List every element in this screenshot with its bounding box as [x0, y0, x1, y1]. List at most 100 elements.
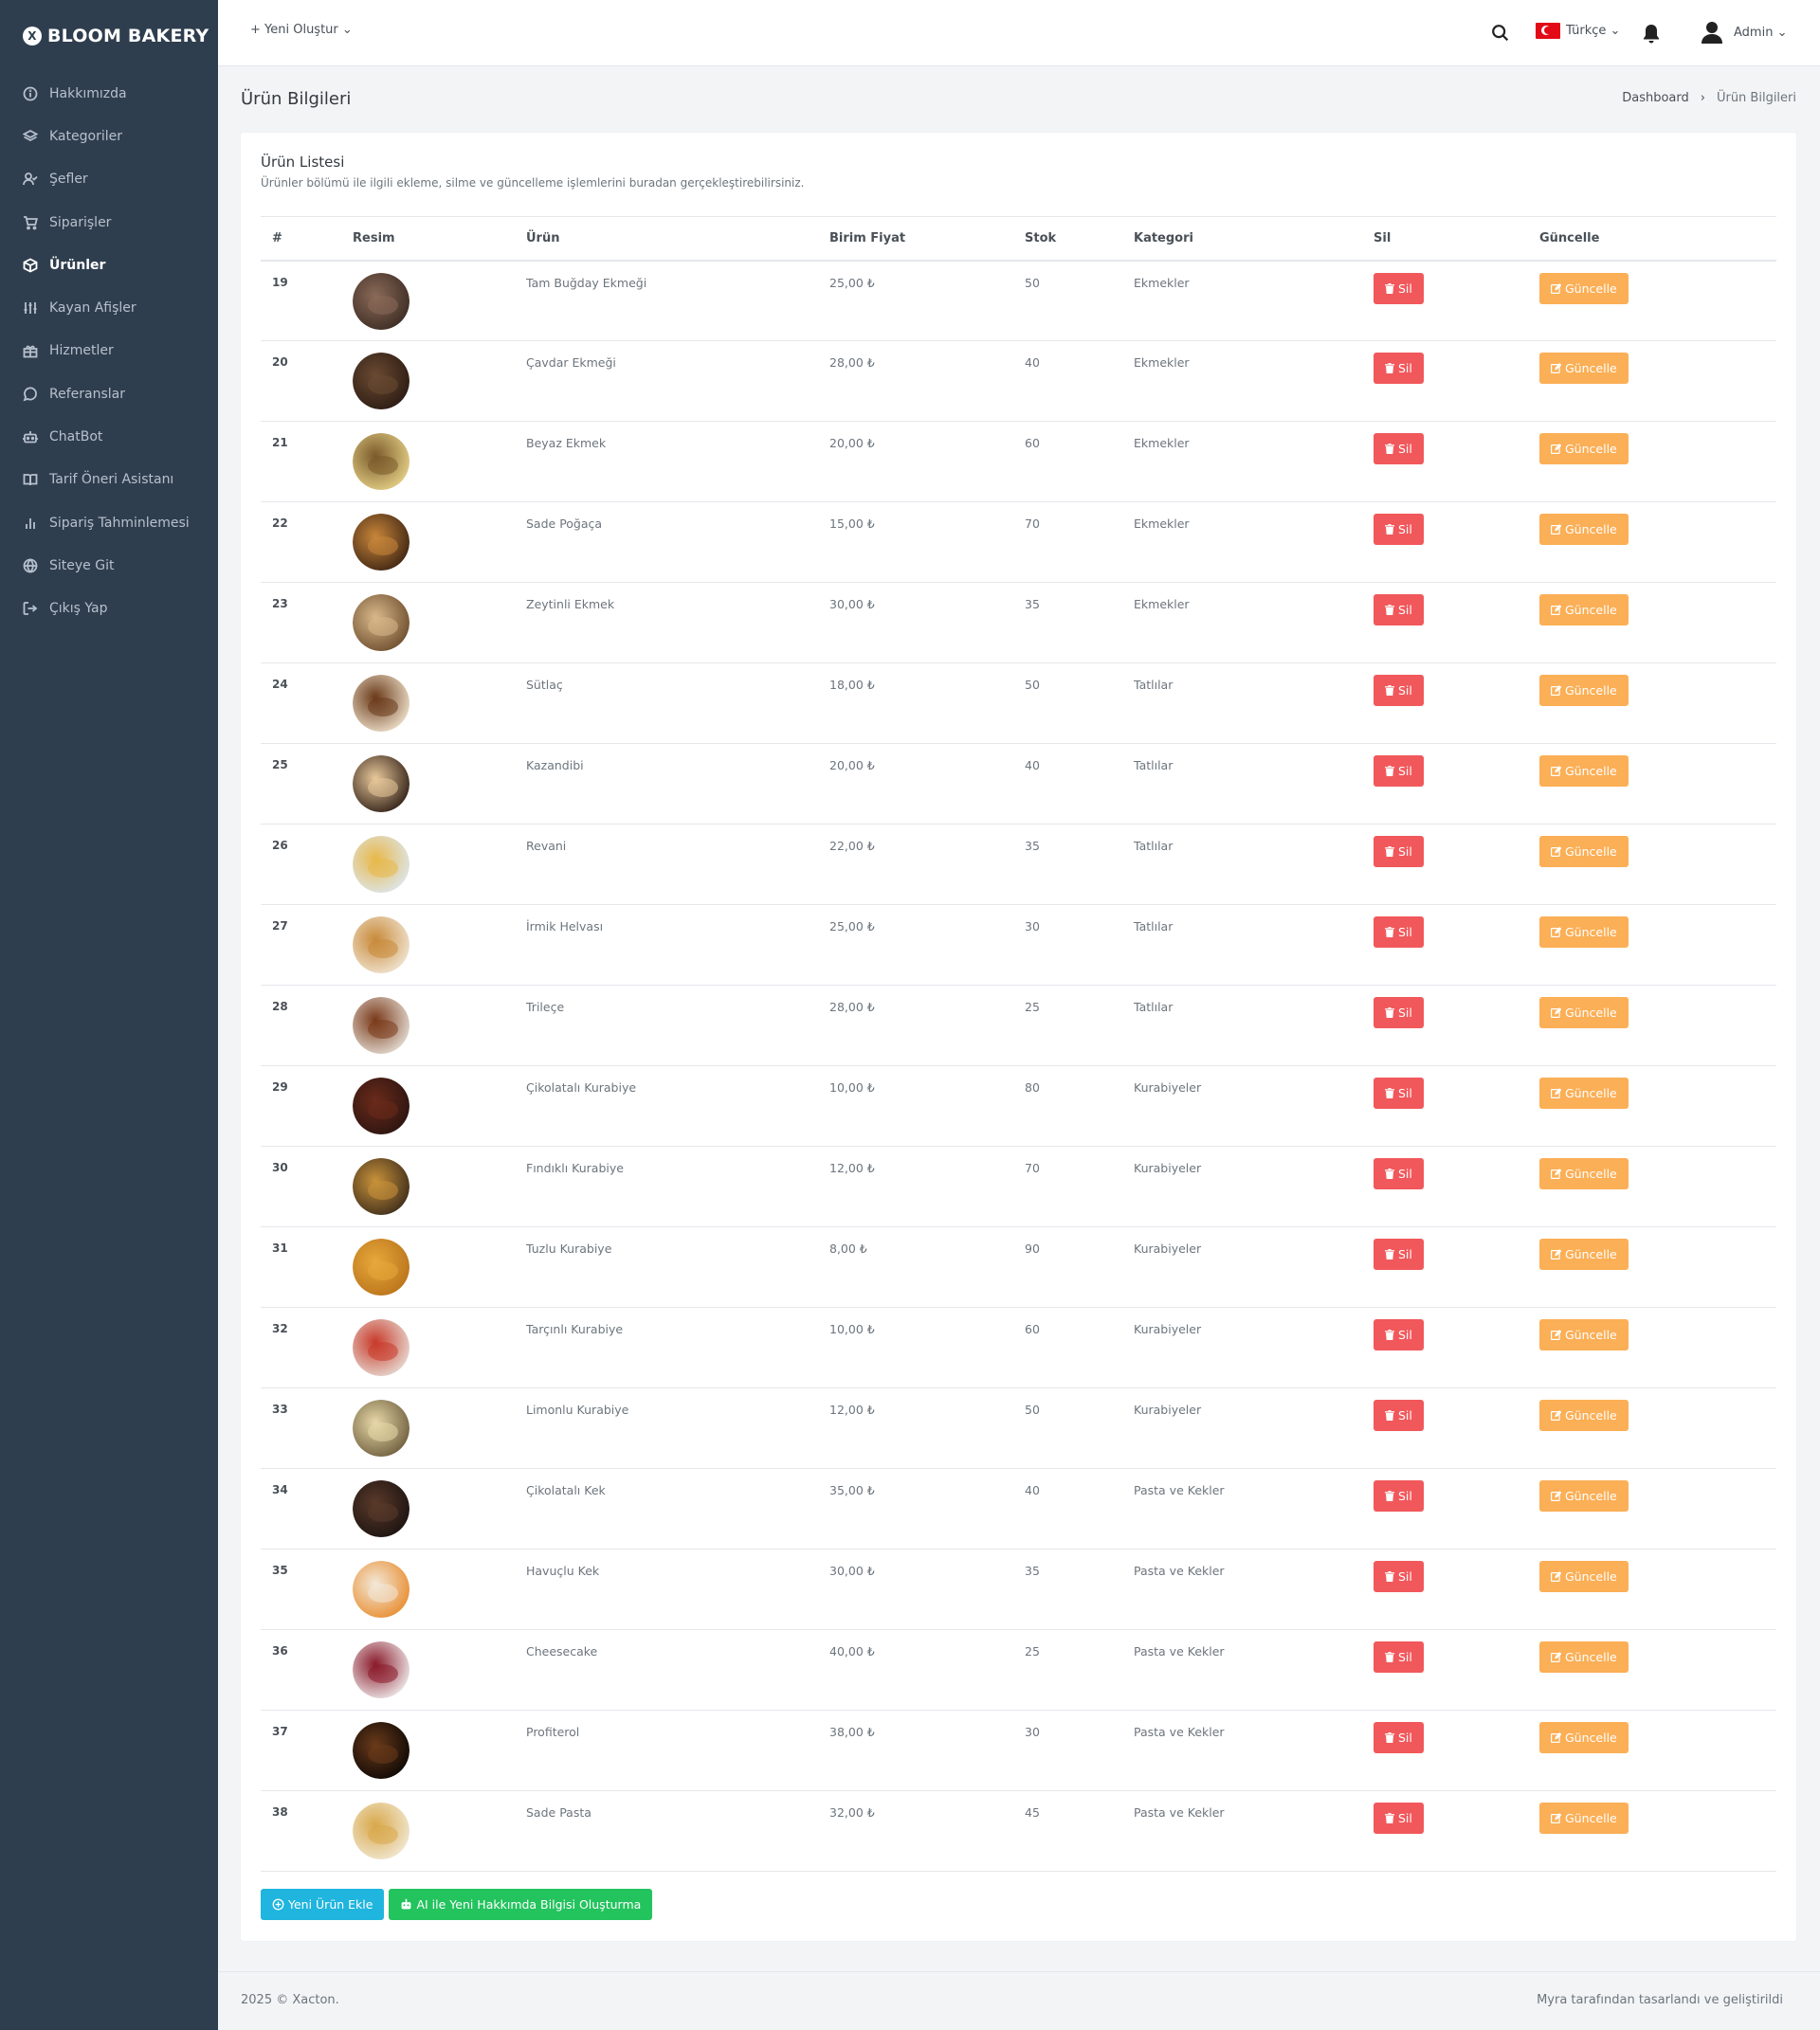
product-name: Çavdar Ekmeği — [526, 355, 616, 370]
stock: 80 — [1025, 1080, 1040, 1095]
ai-create-button[interactable]: AI ile Yeni Hakkımda Bilgisi Oluşturma — [389, 1889, 653, 1920]
delete-button[interactable]: Sil — [1374, 1722, 1424, 1753]
box-icon — [23, 258, 38, 273]
update-button[interactable]: Güncelle — [1539, 1078, 1629, 1109]
delete-button[interactable]: Sil — [1374, 514, 1424, 545]
sidebar-item-label: Siteye Git — [49, 557, 115, 573]
update-button[interactable]: Güncelle — [1539, 1803, 1629, 1834]
delete-button[interactable]: Sil — [1374, 1239, 1424, 1270]
product-image[interactable] — [353, 1158, 410, 1215]
update-label: Güncelle — [1565, 683, 1617, 698]
delete-button[interactable]: Sil — [1374, 675, 1424, 706]
update-button[interactable]: Güncelle — [1539, 916, 1629, 948]
delete-button[interactable]: Sil — [1374, 1078, 1424, 1109]
category: Pasta ve Kekler — [1134, 1483, 1225, 1497]
product-image[interactable] — [353, 1239, 410, 1296]
user-menu[interactable]: Admin ⌄ — [1702, 21, 1787, 44]
update-button[interactable]: Güncelle — [1539, 1158, 1629, 1189]
update-button[interactable]: Güncelle — [1539, 1641, 1629, 1673]
product-image[interactable] — [353, 1641, 410, 1698]
sidebar-item-6[interactable]: Kayan Afişler — [0, 286, 218, 329]
delete-button[interactable]: Sil — [1374, 594, 1424, 625]
update-button[interactable]: Güncelle — [1539, 514, 1629, 545]
update-button[interactable]: Güncelle — [1539, 353, 1629, 384]
delete-button[interactable]: Sil — [1374, 916, 1424, 948]
table-row: 21 Beyaz Ekmek 20,00 ₺ 60 Ekmekler Sil Güncell… — [261, 422, 1776, 502]
product-image[interactable] — [353, 675, 410, 732]
delete-button[interactable]: Sil — [1374, 997, 1424, 1028]
products-table: # Resim Ürün Birim Fiyat Stok Kategori S… — [261, 216, 1776, 1872]
search-icon[interactable] — [1490, 23, 1511, 44]
turkey-flag-icon — [1536, 23, 1560, 39]
unit-price: 18,00 ₺ — [829, 678, 875, 692]
row-id: 22 — [272, 517, 288, 530]
delete-button[interactable]: Sil — [1374, 1400, 1424, 1431]
product-image[interactable] — [353, 1561, 410, 1618]
create-new-dropdown[interactable]: + Yeni Oluştur ⌄ — [250, 23, 353, 37]
breadcrumb-separator: › — [1700, 91, 1705, 105]
update-button[interactable]: Güncelle — [1539, 836, 1629, 867]
sidebar-item-8[interactable]: Referanslar — [0, 372, 218, 415]
product-image[interactable] — [353, 353, 410, 409]
logout-icon — [23, 601, 38, 616]
table-row: 32 Tarçınlı Kurabiye 10,00 ₺ 60 Kurabiyeler S… — [261, 1308, 1776, 1388]
update-button[interactable]: Güncelle — [1539, 1480, 1629, 1512]
product-image[interactable] — [353, 1400, 410, 1457]
sidebar-item-13[interactable]: Çıkış Yap — [0, 588, 218, 630]
delete-button[interactable]: Sil — [1374, 433, 1424, 464]
delete-button[interactable]: Sil — [1374, 755, 1424, 787]
sidebar-item-5[interactable]: Ürünler — [0, 244, 218, 286]
delete-button[interactable]: Sil — [1374, 272, 1424, 304]
update-button[interactable]: Güncelle — [1539, 594, 1629, 625]
product-image[interactable] — [353, 755, 410, 812]
product-image[interactable] — [353, 836, 410, 893]
breadcrumb-home-link[interactable]: Dashboard — [1622, 91, 1689, 105]
notification-bell-icon[interactable] — [1642, 24, 1663, 46]
update-button[interactable]: Güncelle — [1539, 1722, 1629, 1753]
sidebar-item-1[interactable]: Hakkımızda — [0, 72, 218, 115]
product-image[interactable] — [353, 272, 410, 330]
sidebar-item-2[interactable]: Kategoriler — [0, 115, 218, 157]
language-selector[interactable]: Türkçe ⌄ — [1536, 23, 1620, 39]
product-image[interactable] — [353, 433, 410, 490]
delete-button[interactable]: Sil — [1374, 1319, 1424, 1350]
product-image[interactable] — [353, 1803, 410, 1859]
product-image[interactable] — [353, 594, 410, 651]
category: Ekmekler — [1134, 355, 1190, 370]
delete-button[interactable]: Sil — [1374, 353, 1424, 384]
stock: 40 — [1025, 1483, 1040, 1497]
update-button[interactable]: Güncelle — [1539, 1319, 1629, 1350]
product-image[interactable] — [353, 1480, 410, 1537]
brand[interactable]: X BLOOM BAKERY — [0, 0, 218, 72]
update-button[interactable]: Güncelle — [1539, 997, 1629, 1028]
sidebar-item-10[interactable]: Tarif Öneri Asistanı — [0, 459, 218, 501]
add-product-button[interactable]: Yeni Ürün Ekle — [261, 1889, 385, 1920]
product-image[interactable] — [353, 997, 410, 1054]
update-button[interactable]: Güncelle — [1539, 1561, 1629, 1592]
product-image[interactable] — [353, 1319, 410, 1376]
product-image[interactable] — [353, 916, 410, 973]
delete-button[interactable]: Sil — [1374, 1803, 1424, 1834]
update-button[interactable]: Güncelle — [1539, 1239, 1629, 1270]
product-name: Tuzlu Kurabiye — [526, 1242, 612, 1256]
update-button[interactable]: Güncelle — [1539, 433, 1629, 464]
unit-price: 25,00 ₺ — [829, 275, 875, 290]
delete-button[interactable]: Sil — [1374, 1641, 1424, 1673]
product-image[interactable] — [353, 514, 410, 571]
sidebar-item-4[interactable]: Siparişler — [0, 201, 218, 244]
product-image[interactable] — [353, 1722, 410, 1779]
sidebar-item-9[interactable]: ChatBot — [0, 415, 218, 458]
update-button[interactable]: Güncelle — [1539, 755, 1629, 787]
update-button[interactable]: Güncelle — [1539, 675, 1629, 706]
sidebar-item-11[interactable]: Sipariş Tahminlemesi — [0, 501, 218, 544]
update-button[interactable]: Güncelle — [1539, 1400, 1629, 1431]
delete-button[interactable]: Sil — [1374, 1158, 1424, 1189]
sidebar-item-3[interactable]: Şefler — [0, 158, 218, 201]
sidebar-item-7[interactable]: Hizmetler — [0, 330, 218, 372]
delete-button[interactable]: Sil — [1374, 1480, 1424, 1512]
sidebar-item-12[interactable]: Siteye Git — [0, 544, 218, 587]
delete-button[interactable]: Sil — [1374, 836, 1424, 867]
delete-button[interactable]: Sil — [1374, 1561, 1424, 1592]
update-button[interactable]: Güncelle — [1539, 272, 1629, 304]
product-image[interactable] — [353, 1078, 410, 1134]
